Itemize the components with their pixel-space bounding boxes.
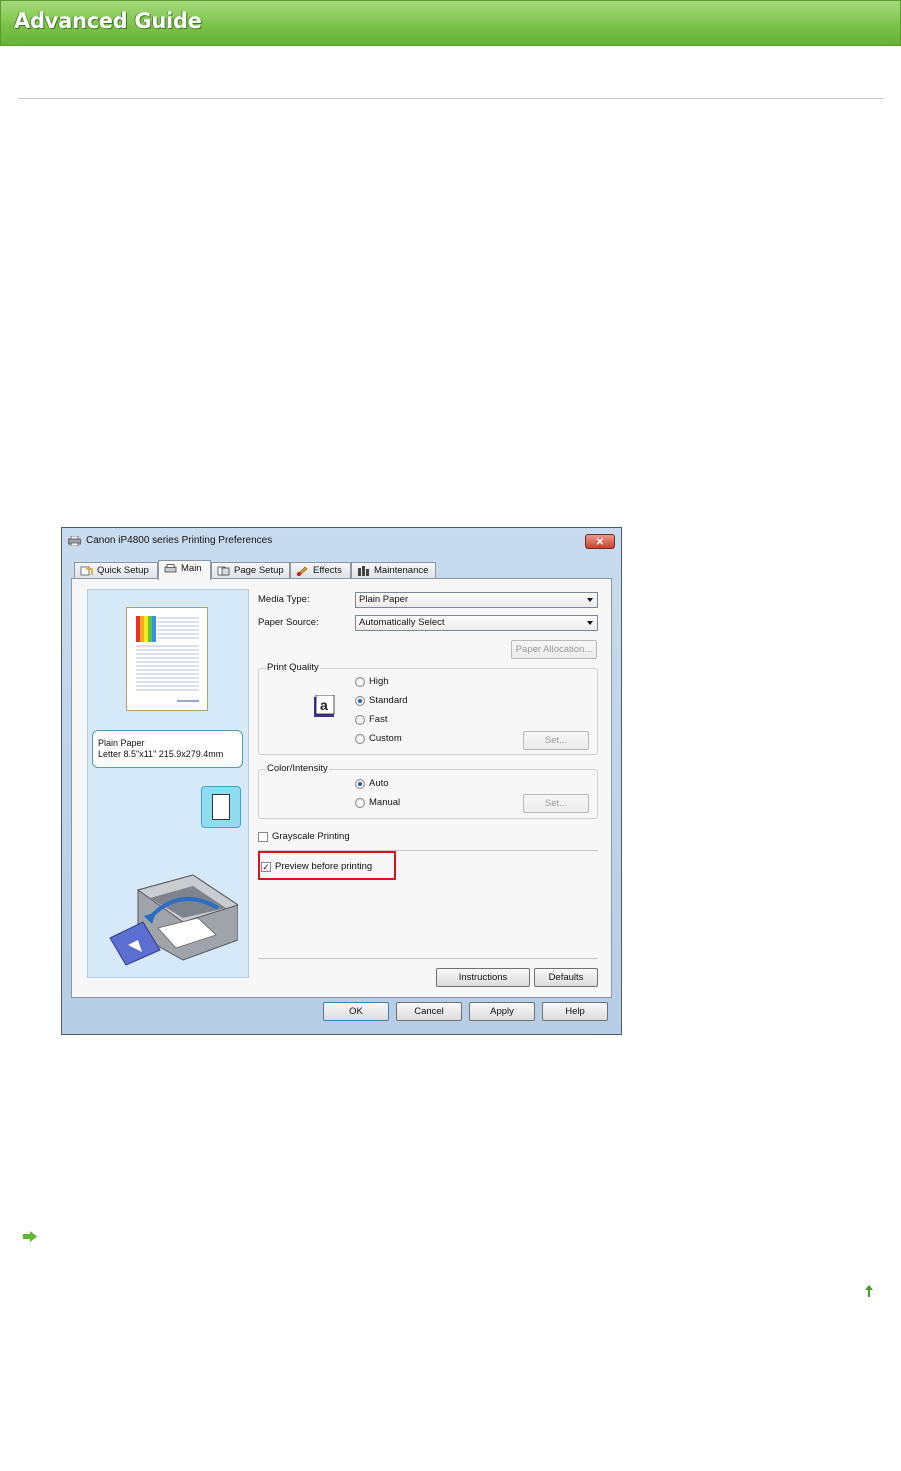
page-top-icon[interactable] — [862, 1284, 876, 1298]
paper-source-label: Paper Source: — [258, 617, 319, 628]
tab-effects[interactable]: Effects — [290, 562, 351, 579]
tab-page-setup[interactable]: Page Setup — [211, 562, 290, 579]
main-icon — [164, 564, 177, 573]
defaults-button[interactable]: Defaults — [534, 968, 598, 987]
dialog-title: Canon iP4800 series Printing Preferences — [86, 535, 273, 546]
maintenance-icon — [358, 566, 369, 576]
media-type-select[interactable]: Plain Paper — [355, 592, 598, 608]
quality-high-label: High — [369, 676, 389, 687]
bottom-divider — [258, 958, 598, 959]
paper-allocation-button[interactable]: Paper Allocation... — [511, 640, 597, 659]
chevron-down-icon — [587, 621, 593, 625]
quality-standard-label: Standard — [369, 695, 408, 706]
color-intensity-group: Color/Intensity Auto Manual Set... — [258, 763, 598, 819]
instructions-button[interactable]: Instructions — [436, 968, 530, 987]
chevron-down-icon — [587, 598, 593, 602]
tab-label: Main — [181, 563, 202, 574]
paper-type-text: Plain Paper — [98, 738, 145, 748]
quality-fast-label: Fast — [369, 714, 388, 725]
color-intensity-title: Color/Intensity — [266, 763, 329, 774]
tab-quick-setup[interactable]: Quick Setup — [74, 562, 158, 579]
settings-preview-pane: Plain Paper Letter 8.5"x11" 215.9x279.4m… — [87, 589, 249, 978]
header-divider — [18, 98, 884, 99]
orientation-indicator — [201, 786, 241, 828]
banner-title: Advanced Guide — [14, 9, 202, 33]
close-button[interactable]: ✕ — [585, 534, 615, 549]
quality-high-radio[interactable] — [355, 677, 365, 687]
media-type-value: Plain Paper — [359, 594, 409, 605]
quality-set-button[interactable]: Set... — [523, 731, 589, 750]
help-button[interactable]: Help — [542, 1002, 608, 1021]
paper-source-select[interactable]: Automatically Select — [355, 615, 598, 631]
tab-label: Quick Setup — [97, 565, 149, 576]
guide-banner: Advanced Guide — [0, 0, 901, 46]
color-manual-radio[interactable] — [355, 798, 365, 808]
color-auto-label: Auto — [369, 778, 389, 789]
tab-label: Page Setup — [234, 565, 284, 576]
print-quality-title: Print Quality — [266, 662, 320, 673]
quality-custom-label: Custom — [369, 733, 402, 744]
grayscale-checkbox[interactable] — [258, 832, 268, 842]
color-set-button[interactable]: Set... — [523, 794, 589, 813]
color-auto-radio[interactable] — [355, 779, 365, 789]
highlight-box — [258, 851, 396, 880]
tab-label: Effects — [313, 565, 342, 576]
printing-preferences-dialog: Canon iP4800 series Printing Preferences… — [61, 527, 622, 1035]
paper-info-label: Plain Paper Letter 8.5"x11" 215.9x279.4m… — [92, 730, 243, 768]
main-tab-panel: Plain Paper Letter 8.5"x11" 215.9x279.4m… — [71, 578, 612, 998]
tab-maintenance[interactable]: Maintenance — [351, 562, 436, 579]
grayscale-label: Grayscale Printing — [272, 831, 350, 842]
page-setup-icon — [217, 566, 230, 576]
quick-setup-icon — [80, 566, 93, 576]
quality-standard-radio[interactable] — [355, 696, 365, 706]
tab-main[interactable]: Main — [158, 560, 211, 580]
portrait-icon — [212, 794, 230, 820]
printer-icon — [68, 536, 81, 546]
printer-illustration-icon — [109, 874, 238, 966]
tab-label: Maintenance — [374, 565, 429, 576]
page-preview-thumbnail — [126, 607, 208, 711]
cancel-button[interactable]: Cancel — [396, 1002, 462, 1021]
color-manual-label: Manual — [369, 797, 401, 808]
ok-button[interactable]: OK — [323, 1002, 389, 1021]
print-quality-icon: a — [314, 695, 335, 717]
print-quality-group: Print Quality a High Standard Fast Custo… — [258, 662, 598, 755]
paper-source-value: Automatically Select — [359, 617, 445, 628]
apply-button[interactable]: Apply — [469, 1002, 535, 1021]
paper-size-text: Letter 8.5"x11" 215.9x279.4mm — [98, 749, 224, 759]
media-type-label: Media Type: — [258, 594, 310, 605]
right-arrow-icon[interactable] — [23, 1231, 37, 1242]
svg-text:a: a — [320, 697, 328, 713]
effects-icon — [296, 566, 308, 576]
quality-custom-radio[interactable] — [355, 734, 365, 744]
quality-fast-radio[interactable] — [355, 715, 365, 725]
